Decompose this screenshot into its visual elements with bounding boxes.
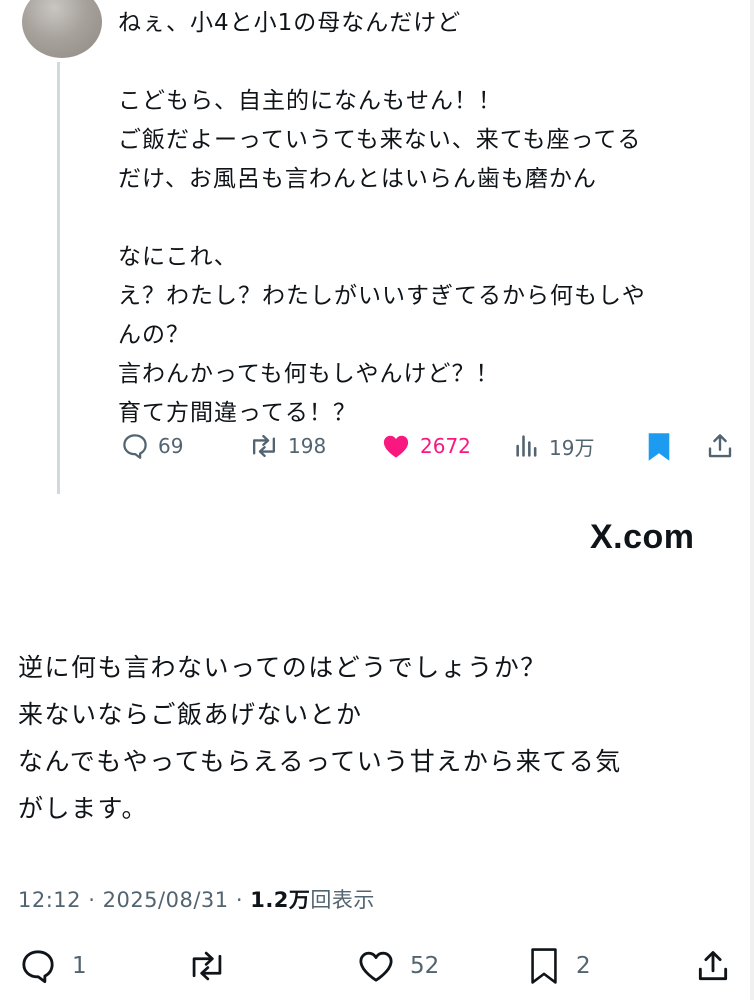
bookmark-button[interactable] (645, 431, 673, 463)
repost-icon (252, 434, 276, 458)
post-meta: 12:12 · 2025/08/31 · 1.2万回表示 (18, 884, 375, 914)
heart-filled-icon (383, 435, 409, 458)
analytics-icon (516, 435, 537, 457)
view-count: 1.2万 (250, 888, 311, 912)
avatar[interactable] (22, 0, 102, 58)
post-line: え？わたし？わたしがいいすぎてるから何もしや (118, 283, 646, 309)
bookmark-filled-icon (648, 433, 670, 461)
reply-icon (22, 950, 54, 984)
post-date[interactable]: 2025/08/31 (103, 888, 229, 912)
repost-count: 198 (288, 434, 327, 458)
view-label: 回表示 (310, 888, 375, 912)
post-line: こどもら、自主的になんもせん！！ (118, 88, 502, 114)
bookmark-button[interactable]: 2 (526, 946, 591, 986)
redacted-area (0, 496, 440, 606)
source-watermark: X.com (590, 518, 695, 556)
meta-separator: · (235, 888, 244, 912)
views-count: 19万 (549, 435, 595, 460)
post-line: ねぇ、小4と小1の母なんだけど (118, 10, 462, 36)
post-line: 来ないならご飯あげないとか (18, 700, 363, 729)
post-line: ご飯だよーっていうても来ない、来ても座ってる (118, 127, 642, 153)
post-line: がします。 (18, 794, 149, 823)
like-button[interactable]: 52 (356, 946, 439, 986)
reply-post-text: 逆に何も言わないってのはどうでしょうか？ 来ないならご飯あげないとか なんでもや… (18, 644, 743, 832)
like-count: 2672 (420, 434, 471, 458)
reply-icon (123, 434, 147, 459)
bookmark-count: 2 (576, 953, 591, 979)
share-icon (698, 951, 728, 981)
post-time[interactable]: 12:12 (18, 888, 81, 912)
reply-count: 69 (158, 434, 184, 458)
views-button[interactable]: 19万 (513, 431, 594, 461)
bookmark-icon (531, 948, 557, 984)
reply-button[interactable]: 1 (18, 946, 87, 986)
post-line: 言わんかっても何もしやんけど？！ (118, 361, 500, 387)
heart-icon (359, 951, 393, 982)
share-button[interactable] (705, 431, 735, 461)
post-line: なんでもやってもらえるっていう甘えから来てる気 (18, 747, 622, 776)
like-button[interactable]: 2672 (380, 431, 471, 461)
share-icon (708, 434, 732, 458)
repost-button[interactable]: 198 (248, 431, 326, 461)
reply-count: 1 (72, 953, 87, 979)
post-line: だけ、お風呂も言わんとはいらん歯も磨かん (118, 166, 597, 192)
post-line: なにこれ、 (118, 244, 238, 270)
repost-icon (192, 951, 222, 981)
meta-separator: · (88, 888, 96, 912)
like-count: 52 (410, 953, 440, 979)
post-line: 逆に何も言わないってのはどうでしょうか？ (18, 653, 547, 682)
post-line: 育て方間違ってる！？ (118, 400, 357, 426)
reply-button[interactable]: 69 (120, 431, 183, 461)
scrollbar[interactable] (750, 0, 754, 1000)
quoted-post-text: ねぇ、小4と小1の母なんだけど こどもら、自主的になんもせん！！ ご飯だよーって… (118, 4, 728, 433)
share-button[interactable] (694, 946, 732, 986)
repost-button[interactable] (186, 946, 228, 986)
thread-line (57, 62, 60, 494)
post-line: んの？ (118, 322, 190, 348)
